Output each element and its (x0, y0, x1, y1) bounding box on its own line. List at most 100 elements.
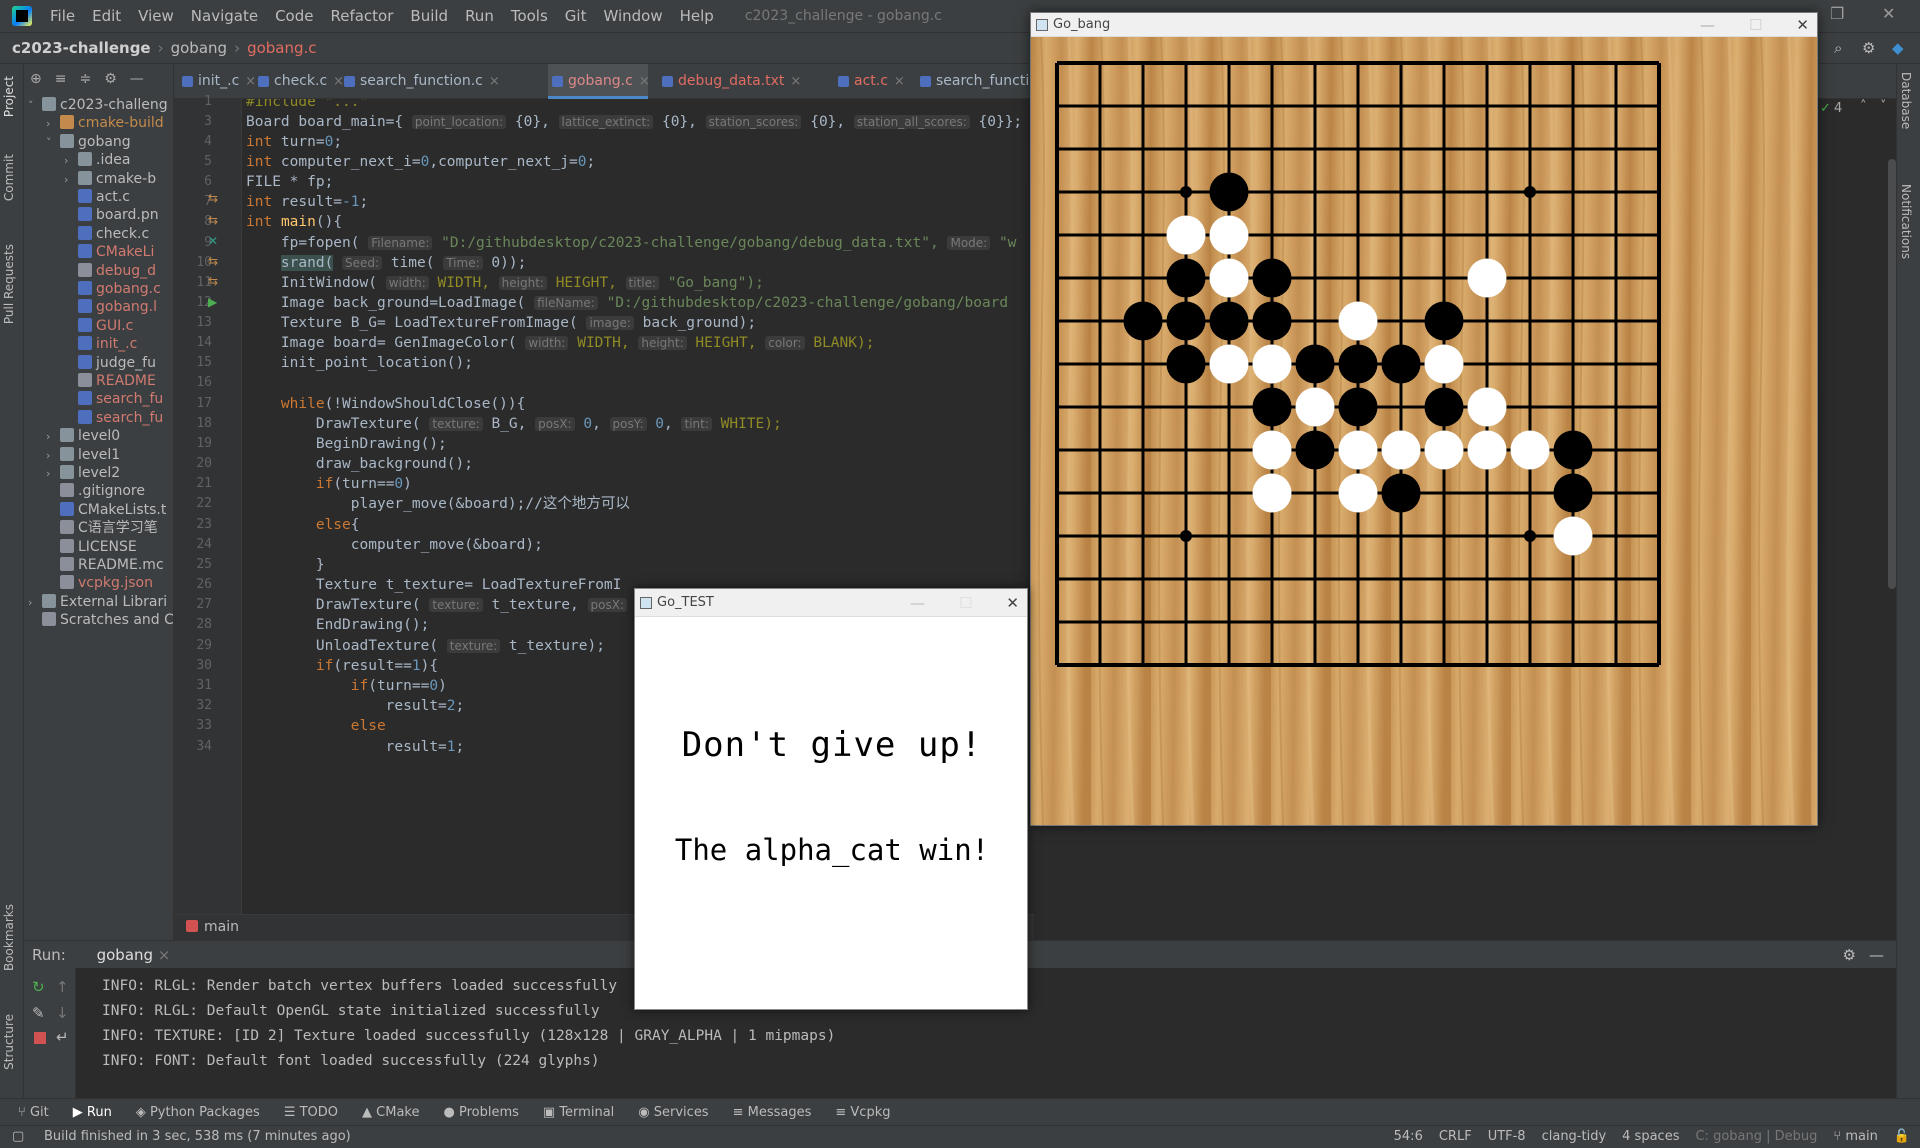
toolwindow-messages[interactable]: ≡ Messages (733, 1105, 812, 1120)
linter-status[interactable]: clang-tidy (1542, 1126, 1607, 1148)
tab-structure[interactable]: Structure (2, 1014, 16, 1070)
menu-file[interactable]: File (50, 7, 75, 25)
tab-debug-data-txt[interactable]: debug_data.txt × (658, 64, 801, 99)
menu-tools[interactable]: Tools (511, 7, 548, 25)
menu-git[interactable]: Git (565, 7, 587, 25)
toolwindow-run[interactable]: ▶ Run (73, 1105, 112, 1120)
go-bang-titlebar[interactable]: Go_bang — ☐ ✕ (1031, 13, 1817, 37)
gear-icon[interactable]: ⚙ (104, 71, 117, 87)
menu-build[interactable]: Build (410, 7, 448, 25)
toolwindow-services[interactable]: ◉ Services (638, 1105, 708, 1120)
gutter-implement-icon[interactable]: ⇆ (208, 274, 218, 288)
close-tab-icon[interactable]: × (894, 74, 905, 89)
settings-icon[interactable]: ⚙ (1862, 39, 1875, 57)
tab-notifications[interactable]: Notifications (1899, 184, 1913, 259)
hide-icon[interactable]: — (130, 71, 144, 87)
tab-bookmarks[interactable]: Bookmarks (2, 904, 16, 971)
toolwindow-git[interactable]: ⑂ Git (18, 1105, 49, 1120)
menu-help[interactable]: Help (680, 7, 714, 25)
line-number: 23 (196, 517, 212, 532)
restore-icon[interactable]: ❐ (1830, 4, 1844, 23)
gutter-implement-icon[interactable]: ⇆ (208, 213, 218, 227)
menu-window[interactable]: Window (603, 7, 662, 25)
cursor-position[interactable]: 54:6 (1394, 1126, 1423, 1148)
toolwindow-cmake[interactable]: ▲ CMake (362, 1105, 419, 1120)
breadcrumb-file[interactable]: gobang.c (247, 39, 316, 57)
file-icon (78, 262, 92, 277)
scroll-down-icon[interactable]: ↓ (56, 1004, 69, 1022)
menu-refactor[interactable]: Refactor (330, 7, 393, 25)
menu-run[interactable]: Run (465, 7, 494, 25)
menu-view[interactable]: View (138, 7, 174, 25)
gutter-implement-icon[interactable]: ⇆ (208, 191, 218, 205)
gobang-board[interactable] (1031, 37, 1817, 825)
chevron-down-icon[interactable]: ˅ (46, 132, 60, 154)
collapse-all-icon[interactable]: ≑ (79, 71, 91, 87)
run-config-tab[interactable]: gobang × (88, 941, 179, 971)
go-test-titlebar[interactable]: Go_TEST — ☐ ✕ (635, 589, 1027, 617)
close-tab-icon[interactable]: × (489, 74, 500, 89)
menu-edit[interactable]: Edit (92, 7, 121, 25)
wrench-icon[interactable]: ✎ (32, 1004, 45, 1022)
tab-check-c[interactable]: check.c × (254, 64, 344, 99)
build-context[interactable]: C: gobang | Debug (1695, 1126, 1817, 1148)
line-separator[interactable]: CRLF (1439, 1126, 1472, 1148)
tab-database[interactable]: Database (1899, 72, 1913, 129)
tree-item-label: vcpkg.json (78, 575, 153, 592)
file-encoding[interactable]: UTF-8 (1488, 1126, 1526, 1148)
minimize-icon[interactable]: — (1700, 13, 1715, 37)
lock-icon[interactable]: 🔓 (1894, 1126, 1910, 1148)
indent-setting[interactable]: 4 spaces (1622, 1126, 1679, 1148)
close-icon[interactable]: ✕ (1882, 4, 1895, 23)
go-bang-window[interactable]: Go_bang — ☐ ✕ (1030, 12, 1818, 826)
git-branch[interactable]: ⑂ main (1833, 1126, 1877, 1148)
tab-act-c[interactable]: act.c × (834, 64, 905, 99)
tab-gobang-c[interactable]: gobang.c × (548, 64, 650, 99)
status-window-icon[interactable]: ▢ (12, 1126, 24, 1148)
toolwindow-vcpkg[interactable]: ≡ Vcpkg (835, 1105, 890, 1120)
expand-all-icon[interactable]: ≡ (55, 71, 67, 87)
toolwindow-todo[interactable]: ☰ TODO (284, 1105, 338, 1120)
chevron-up-icon[interactable]: ˄ (1860, 99, 1867, 114)
close-icon[interactable]: ✕ (1006, 589, 1019, 617)
menu-navigate[interactable]: Navigate (191, 7, 258, 25)
tab-search-function[interactable]: search_function (916, 64, 1047, 99)
inspection-count[interactable]: 4 (1834, 101, 1842, 116)
jetbrains-icon[interactable]: ◆ (1892, 39, 1904, 57)
toolwindow-python-packages[interactable]: ◈ Python Packages (136, 1105, 260, 1120)
toolwindow-terminal[interactable]: ▣ Terminal (543, 1105, 614, 1120)
close-tab-icon[interactable]: × (790, 74, 801, 89)
gutter-implement-icon[interactable]: ⇆ (208, 254, 218, 268)
tab-pull-requests[interactable]: Pull Requests (2, 244, 16, 324)
editor-scrollbar[interactable] (1888, 159, 1896, 589)
tab-project[interactable]: Project (2, 76, 16, 117)
hide-icon[interactable]: — (1869, 941, 1884, 969)
rerun-icon[interactable]: ↻ (32, 978, 45, 996)
soft-wrap-icon[interactable]: ↵ (56, 1028, 69, 1046)
maximize-icon[interactable]: ☐ (959, 589, 972, 617)
tree-item[interactable]: Scratches and C (28, 609, 173, 631)
gutter-related-icon[interactable]: ✕ (208, 234, 218, 248)
inspection-ok-icon[interactable]: ✓ (1820, 101, 1831, 116)
chevron-down-icon[interactable]: ˅ (28, 95, 42, 117)
run-main-icon[interactable]: ▶ (208, 295, 217, 309)
close-tab-icon[interactable]: × (639, 74, 650, 89)
settings-icon[interactable]: ⚙ (1843, 941, 1856, 969)
breadcrumb-function[interactable]: main (204, 919, 239, 935)
go-test-window[interactable]: Go_TEST — ☐ ✕ Don't give up! The alpha_c… (634, 588, 1028, 1010)
menu-code[interactable]: Code (275, 7, 313, 25)
chevron-down-icon[interactable]: ˅ (1880, 99, 1887, 114)
breadcrumb-folder[interactable]: gobang (171, 39, 227, 57)
maximize-icon[interactable]: ☐ (1749, 13, 1762, 37)
breadcrumb-project[interactable]: c2023-challenge (12, 39, 151, 57)
search-icon[interactable]: ⌕ (1834, 39, 1842, 57)
tab-search-function-c[interactable]: search_function.c × (340, 64, 500, 99)
locate-icon[interactable]: ⊕ (30, 71, 42, 87)
stop-icon[interactable] (34, 1032, 46, 1044)
scroll-up-icon[interactable]: ↑ (56, 978, 69, 996)
close-icon[interactable]: ✕ (1796, 13, 1809, 37)
minimize-icon[interactable]: — (910, 589, 925, 617)
toolwindow-problems[interactable]: ● Problems (444, 1105, 519, 1120)
status-message[interactable]: Build finished in 3 sec, 538 ms (7 minut… (44, 1126, 351, 1148)
tab-commit[interactable]: Commit (2, 154, 16, 201)
